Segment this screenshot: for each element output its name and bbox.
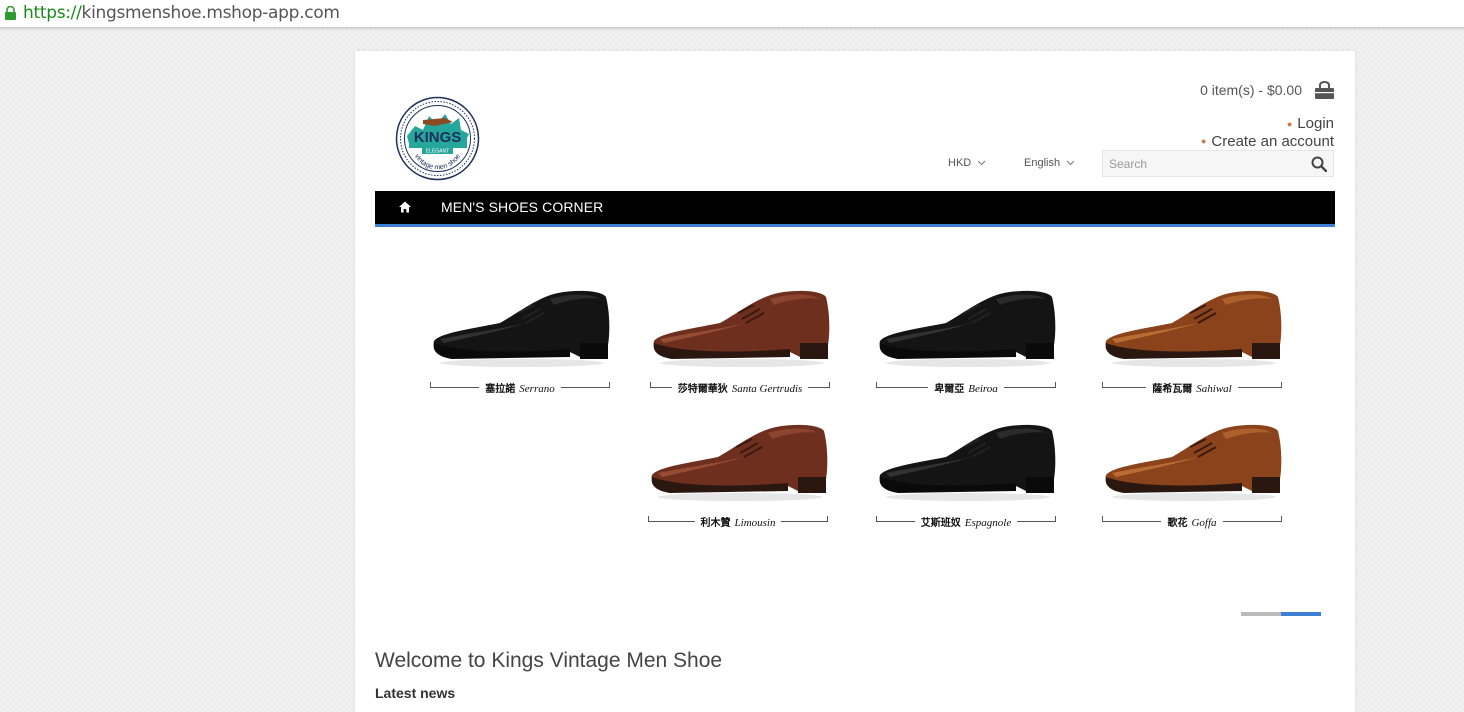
login-link[interactable]: ● Login — [1201, 115, 1334, 133]
product-slider[interactable]: 塞拉諾 Serrano 莎特爾華狄 Santa Gertrudis 卑爾亞 Beiroa 薩… — [375, 227, 1335, 617]
cart-summary-text: 0 item(s) - $0.00 — [1200, 82, 1302, 98]
product-card[interactable]: 卑爾亞 Beiroa — [876, 283, 1056, 403]
lock-icon — [5, 6, 16, 20]
caption-rule — [648, 516, 695, 522]
chevron-down-icon — [977, 160, 986, 166]
product-name: 莎特爾華狄 Santa Gertrudis — [672, 380, 809, 395]
product-name-zh: 艾斯班奴 — [920, 517, 961, 529]
main-navigation: MEN'S SHOES CORNER — [375, 191, 1335, 227]
caption-rule — [1102, 382, 1147, 388]
product-caption[interactable]: 卑爾亞 Beiroa — [876, 380, 1056, 395]
url-scheme: https:// — [23, 3, 82, 23]
bullet-icon: ● — [1286, 118, 1293, 129]
product-caption[interactable]: 艾斯班奴 Espagnole — [876, 514, 1057, 529]
product-name-en: Espagnole — [964, 516, 1012, 529]
language-selector[interactable]: English — [1024, 157, 1075, 169]
page-container: KINGS ELEGANT vintage men shoe 0 item(s)… — [355, 51, 1355, 712]
nav-item-mens-shoes-corner[interactable]: MEN'S SHOES CORNER — [441, 199, 603, 215]
caption-rule — [1222, 516, 1282, 522]
shoe-image[interactable] — [430, 283, 610, 371]
product-name-zh: 歌花 — [1167, 517, 1188, 529]
url-host: kingsmenshoe.mshop-app.com — [81, 3, 340, 23]
product-caption[interactable]: 塞拉諾 Serrano — [430, 380, 611, 395]
latest-news-heading: Latest news — [375, 685, 456, 701]
product-name-zh: 卑爾亞 — [934, 383, 965, 395]
slider-page-1-indicator[interactable] — [1241, 612, 1281, 616]
caption-rule — [876, 516, 915, 522]
search-input[interactable] — [1103, 151, 1315, 176]
product-card[interactable]: 利木贊 Limousin — [648, 417, 828, 537]
slider-page-2-indicator[interactable] — [1281, 612, 1321, 616]
currency-selector[interactable]: HKD — [948, 157, 986, 169]
product-name-zh: 薩希瓦爾 — [1152, 383, 1193, 395]
product-caption[interactable]: 莎特爾華狄 Santa Gertrudis — [650, 380, 830, 395]
shoe-image[interactable] — [1102, 417, 1282, 505]
caption-rule — [1102, 516, 1162, 522]
kings-logo[interactable]: KINGS ELEGANT vintage men shoe — [395, 96, 480, 181]
home-icon[interactable] — [399, 201, 411, 213]
caption-rule — [650, 382, 672, 388]
caption-rule — [1237, 382, 1283, 388]
shoe-image[interactable] — [648, 417, 828, 505]
product-name-en: Limousin — [734, 516, 776, 529]
search-box — [1102, 150, 1334, 177]
product-card[interactable]: 艾斯班奴 Espagnole — [876, 417, 1057, 537]
currency-value: HKD — [948, 157, 972, 169]
product-name-en: Serrano — [519, 382, 555, 395]
product-name: 卑爾亞 Beiroa — [928, 380, 1004, 395]
product-name-zh: 莎特爾華狄 — [677, 383, 728, 395]
product-caption[interactable]: 歌花 Goffa — [1102, 514, 1282, 529]
language-value: English — [1024, 157, 1061, 169]
search-icon[interactable] — [1311, 156, 1327, 172]
shoe-image[interactable] — [876, 417, 1056, 505]
url-text[interactable]: https://kingsmenshoe.mshop-app.com — [23, 3, 340, 23]
product-name-en: Goffa — [1191, 516, 1217, 529]
account-links: ● Login ● Create an account — [1201, 115, 1334, 150]
login-link-label: Login — [1297, 115, 1334, 132]
shoe-image[interactable] — [650, 283, 830, 371]
product-card[interactable]: 塞拉諾 Serrano — [430, 283, 611, 403]
logo-sub-text: ELEGANT — [426, 149, 449, 155]
browser-address-bar[interactable]: https://kingsmenshoe.mshop-app.com — [0, 0, 1464, 28]
caption-rule — [560, 382, 611, 388]
create-account-link-label: Create an account — [1211, 132, 1334, 150]
shoe-image[interactable] — [1102, 283, 1282, 371]
bullet-icon: ● — [1200, 136, 1207, 147]
toolbar-divider — [0, 28, 1464, 31]
product-name-zh: 塞拉諾 — [485, 383, 516, 395]
product-card[interactable]: 歌花 Goffa — [1102, 417, 1282, 537]
product-name-en: Beiroa — [968, 382, 998, 395]
caption-rule — [1017, 516, 1057, 522]
product-name: 薩希瓦爾 Sahiwal — [1146, 380, 1237, 395]
shoe-image[interactable] — [876, 283, 1056, 371]
product-card[interactable]: 莎特爾華狄 Santa Gertrudis — [650, 283, 830, 403]
product-name-en: Santa Gertrudis — [731, 382, 803, 395]
slider-pagination — [1241, 612, 1321, 616]
caption-rule — [1003, 382, 1056, 388]
chevron-down-icon — [1066, 160, 1075, 166]
product-card[interactable]: 薩希瓦爾 Sahiwal — [1102, 283, 1283, 403]
caption-rule — [781, 516, 828, 522]
cart-summary[interactable]: 0 item(s) - $0.00 — [1200, 79, 1335, 101]
create-account-link[interactable]: ● Create an account — [1201, 133, 1334, 151]
logo-brand-text: KINGS — [414, 129, 462, 146]
product-caption[interactable]: 薩希瓦爾 Sahiwal — [1102, 380, 1283, 395]
welcome-heading: Welcome to Kings Vintage Men Shoe — [375, 649, 723, 672]
product-name: 塞拉諾 Serrano — [479, 380, 560, 395]
caption-rule — [876, 382, 929, 388]
product-name-en: Sahiwal — [1196, 382, 1232, 395]
product-caption[interactable]: 利木贊 Limousin — [648, 514, 828, 529]
caption-rule — [808, 382, 830, 388]
product-name: 歌花 Goffa — [1161, 514, 1222, 529]
product-name: 艾斯班奴 Espagnole — [915, 514, 1017, 529]
shopping-bag-icon[interactable] — [1314, 80, 1335, 100]
caption-rule — [430, 382, 480, 388]
product-name: 利木贊 Limousin — [695, 514, 782, 529]
product-name-zh: 利木贊 — [700, 517, 731, 529]
